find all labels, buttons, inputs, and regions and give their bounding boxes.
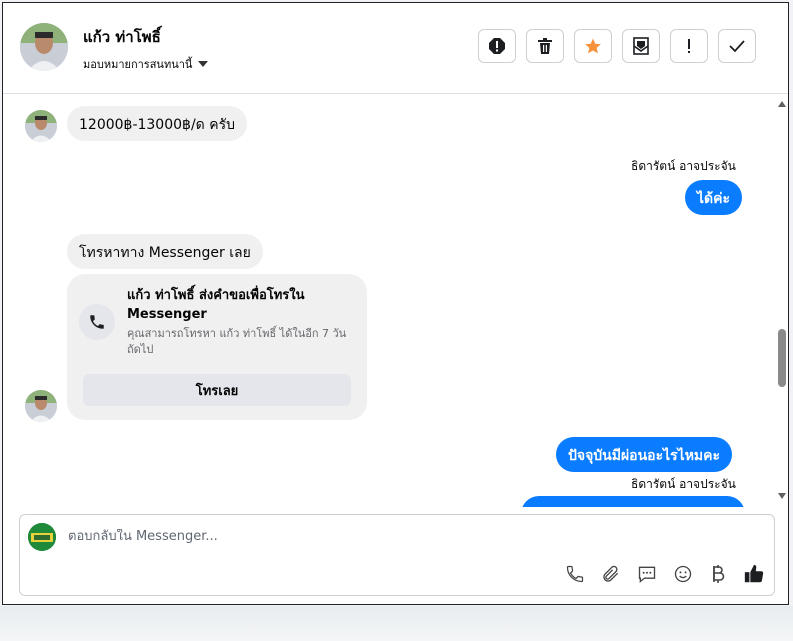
message-outgoing[interactable]: ได้ค่ะ [685,180,743,215]
scrollbar-thumb[interactable] [778,329,786,387]
spam-icon [489,38,505,54]
assign-conversation-dropdown[interactable]: มอบหมายการสนทนานี้ [83,55,209,73]
star-button[interactable] [574,29,612,63]
reply-composer [19,514,775,596]
messenger-panel: แก้ว ท่าโพธิ์ มอบหมายการสนทนานี้ 12000฿-… [2,2,789,605]
conversation-header: แก้ว ท่าโพธิ์ มอบหมายการสนทนานี้ [3,3,788,94]
phone-icon[interactable] [563,562,587,586]
delete-button[interactable] [526,29,564,63]
contact-avatar-small [25,390,57,422]
mark-unread-button[interactable] [622,29,660,63]
message-outgoing-partial [521,496,745,507]
assign-label: มอบหมายการสนทนานี้ [83,58,193,71]
call-request-description: คุณสามารถโทรหา แก้ว ท่าโพธิ์ ได้ในอีก 7 … [127,327,347,356]
follow-up-icon [688,39,690,53]
message-outgoing[interactable]: ปัจจุบันมีผ่อนอะไรไหมคะ [556,437,733,472]
message-incoming[interactable]: 12000฿-13000฿/ด ครับ [67,106,247,141]
contact-avatar-small [25,110,57,142]
call-now-button[interactable]: โทรเลย [83,374,351,406]
done-icon [729,40,745,53]
mark-spam-button[interactable] [478,29,516,63]
call-request-title: แก้ว ท่าโพธิ์ ส่งคำขอเพื่อโทรใน Messenge… [127,288,305,322]
contact-avatar[interactable] [20,23,68,71]
window-bottom-strip [0,606,793,641]
trash-icon [538,38,552,54]
follow-up-button[interactable] [670,29,708,63]
mark-unread-icon [633,37,649,55]
star-icon [585,38,601,54]
paperclip-icon[interactable] [599,562,623,586]
thread-scrollbar[interactable] [775,97,789,505]
reply-input[interactable] [68,529,668,544]
sender-name: ธิดารัตน์ อาจประจัน [631,477,736,491]
thumbs-up-icon[interactable] [742,562,766,586]
scroll-up-arrow-icon[interactable] [778,101,786,107]
saved-reply-icon[interactable] [635,562,659,586]
call-request-card: แก้ว ท่าโพธิ์ ส่งคำขอเพื่อโทรใน Messenge… [67,274,367,420]
message-incoming[interactable]: โทรหาทาง Messenger เลย [67,234,263,269]
emoji-icon[interactable] [671,562,695,586]
message-thread[interactable]: 12000฿-13000฿/ด ครับ ธิดารัตน์ อาจประจัน… [3,94,788,507]
phone-icon [79,304,115,340]
sender-name: ธิดารัตน์ อาจประจัน [631,159,736,173]
page-avatar [28,523,56,551]
contact-name: แก้ว ท่าโพธิ์ [83,28,161,46]
caret-down-icon [198,61,209,67]
mark-done-button[interactable] [718,29,756,63]
scroll-down-arrow-icon[interactable] [778,493,786,499]
baht-icon[interactable] [706,562,730,586]
